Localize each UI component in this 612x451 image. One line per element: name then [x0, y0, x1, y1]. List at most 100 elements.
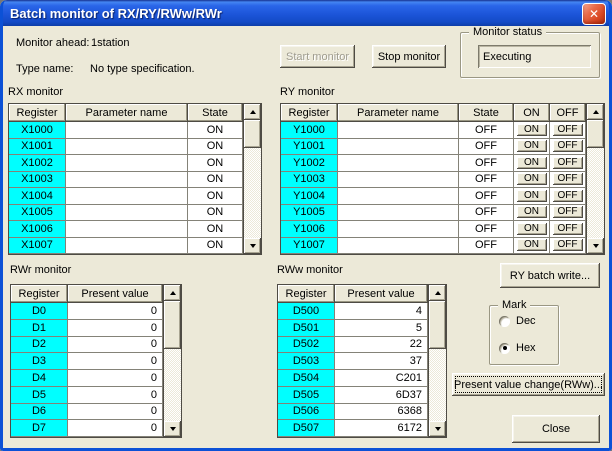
ry-batch-write-button[interactable]: RY batch write...: [500, 263, 600, 288]
present-value-cell: 0: [68, 337, 163, 354]
table-row: D7 0: [11, 420, 163, 437]
table-row: D507 6172: [278, 420, 428, 437]
rx-monitor-label: RX monitor: [8, 86, 63, 98]
register-cell: D507: [278, 420, 335, 437]
table-row: D502 22: [278, 337, 428, 354]
ry-on-button[interactable]: ON: [517, 190, 547, 202]
table-row: D505 6D37: [278, 387, 428, 404]
scroll-down-icon[interactable]: [164, 421, 181, 437]
scrollbar-track[interactable]: [164, 349, 181, 421]
ry-on-button[interactable]: ON: [517, 206, 547, 218]
close-button[interactable]: ✕: [582, 3, 606, 25]
scrollbar-track[interactable]: [429, 349, 446, 421]
state-cell: ON: [188, 221, 243, 238]
ry-off-button[interactable]: OFF: [553, 190, 583, 202]
ry-off-button[interactable]: OFF: [553, 173, 583, 185]
scrollbar-thumb[interactable]: [244, 120, 261, 148]
parameter-name-cell: [338, 221, 459, 238]
state-cell: ON: [188, 139, 243, 156]
scroll-up-icon[interactable]: [164, 285, 181, 301]
off-cell: OFF: [550, 221, 586, 238]
titlebar[interactable]: Batch monitor of RX/RY/RWw/RWr ✕: [0, 0, 612, 26]
present-value-cell: 0: [68, 404, 163, 421]
register-cell: X1002: [9, 155, 66, 172]
start-monitor-button[interactable]: Start monitor: [280, 45, 355, 68]
table-row: D500 4: [278, 303, 428, 320]
off-cell: OFF: [550, 139, 586, 156]
table-row: Y1006 OFF ON OFF: [281, 221, 586, 238]
parameter-name-cell: [66, 122, 188, 139]
ry-off-button[interactable]: OFF: [553, 239, 583, 251]
table-row: D504 C201: [278, 370, 428, 387]
scrollbar-thumb[interactable]: [587, 120, 604, 148]
state-cell: ON: [188, 205, 243, 222]
rwr-scrollbar[interactable]: [163, 285, 181, 437]
state-cell: OFF: [459, 205, 514, 222]
scroll-up-icon[interactable]: [429, 285, 446, 301]
register-cell: D500: [278, 303, 335, 320]
scrollbar-track[interactable]: [244, 148, 261, 238]
present-value-cell: 22: [335, 337, 428, 354]
on-cell: ON: [514, 205, 550, 222]
rx-scrollbar[interactable]: [243, 104, 261, 254]
table-row: X1003 ON: [9, 172, 243, 189]
ry-column-header-on: ON: [514, 104, 550, 122]
scroll-up-icon[interactable]: [244, 104, 261, 120]
off-cell: OFF: [550, 188, 586, 205]
table-row: D3 0: [11, 353, 163, 370]
state-cell: OFF: [459, 155, 514, 172]
register-cell: D1: [11, 320, 68, 337]
scrollbar-thumb[interactable]: [429, 301, 446, 349]
present-value-cell: 0: [68, 420, 163, 437]
table-row: Y1002 OFF ON OFF: [281, 155, 586, 172]
rww-monitor-table: Register Present value D500 4 D501 5 D50…: [277, 284, 447, 438]
radio-dec[interactable]: Dec: [499, 315, 536, 327]
stop-monitor-button[interactable]: Stop monitor: [372, 45, 446, 68]
ry-off-button[interactable]: OFF: [553, 223, 583, 235]
close-dialog-button[interactable]: Close: [512, 415, 600, 443]
rww-monitor-label: RWw monitor: [277, 264, 343, 276]
register-cell: D504: [278, 370, 335, 387]
rwr-column-header-register: Register: [11, 285, 68, 303]
ry-on-button[interactable]: ON: [517, 124, 547, 136]
ry-off-button[interactable]: OFF: [553, 206, 583, 218]
scroll-up-icon[interactable]: [587, 104, 604, 120]
register-cell: D4: [11, 370, 68, 387]
scroll-down-icon[interactable]: [244, 238, 261, 254]
ry-off-button[interactable]: OFF: [553, 140, 583, 152]
monitor-status-group-label: Monitor status: [469, 26, 546, 38]
ry-scrollbar[interactable]: [586, 104, 604, 254]
register-cell: X1003: [9, 172, 66, 189]
window-title: Batch monitor of RX/RY/RWw/RWr: [10, 6, 222, 21]
monitor-ahead-label: Monitor ahead:: [16, 37, 89, 49]
off-cell: OFF: [550, 155, 586, 172]
off-cell: OFF: [550, 205, 586, 222]
table-row: Y1005 OFF ON OFF: [281, 205, 586, 222]
state-cell: OFF: [459, 139, 514, 156]
rww-scrollbar[interactable]: [428, 285, 446, 437]
ry-off-button[interactable]: OFF: [553, 124, 583, 136]
scroll-down-icon[interactable]: [587, 238, 604, 254]
scrollbar-track[interactable]: [587, 148, 604, 238]
present-value-cell: 0: [68, 387, 163, 404]
ry-off-button[interactable]: OFF: [553, 157, 583, 169]
table-row: X1006 ON: [9, 221, 243, 238]
table-row: X1000 ON: [9, 122, 243, 139]
ry-column-header-register: Register: [281, 104, 338, 122]
ry-on-button[interactable]: ON: [517, 173, 547, 185]
ry-on-button[interactable]: ON: [517, 157, 547, 169]
scroll-down-icon[interactable]: [429, 421, 446, 437]
present-value-change-button[interactable]: Present value change(RWw)...: [452, 373, 605, 396]
ry-on-button[interactable]: ON: [517, 140, 547, 152]
register-cell: D503: [278, 353, 335, 370]
radio-hex[interactable]: Hex: [499, 342, 536, 354]
table-row: D5 0: [11, 387, 163, 404]
parameter-name-cell: [66, 205, 188, 222]
off-cell: OFF: [550, 238, 586, 255]
register-cell: Y1000: [281, 122, 338, 139]
parameter-name-cell: [66, 155, 188, 172]
parameter-name-cell: [338, 139, 459, 156]
ry-on-button[interactable]: ON: [517, 239, 547, 251]
scrollbar-thumb[interactable]: [164, 301, 181, 349]
ry-on-button[interactable]: ON: [517, 223, 547, 235]
